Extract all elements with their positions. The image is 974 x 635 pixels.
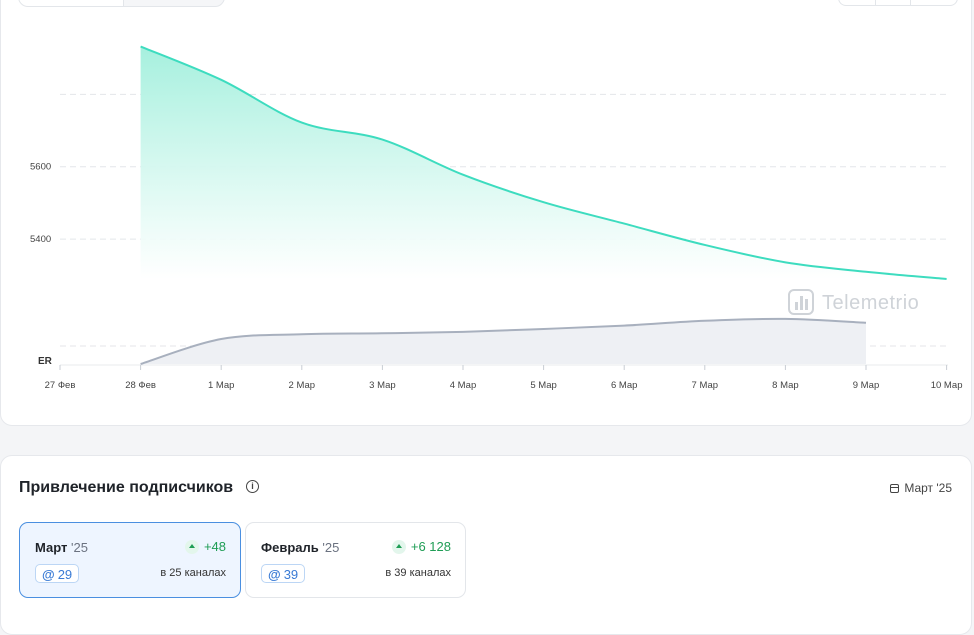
- x-tick-label: 7 Мар: [692, 380, 719, 391]
- er-area: [140, 318, 867, 364]
- delta-value: +6 128: [410, 539, 451, 554]
- month-name: Февраль '25: [261, 540, 339, 555]
- subscriber-delta: +48: [184, 539, 226, 554]
- y-tick-label: 5600: [30, 162, 51, 173]
- subscriber-delta: +6 128: [391, 539, 451, 554]
- period-selector[interactable]: Март '25: [890, 481, 952, 495]
- telemetrio-watermark: Telemetrio: [788, 289, 919, 315]
- arrow-up-icon: [184, 539, 199, 554]
- x-tick-label: 27 Фев: [45, 380, 76, 391]
- mentions-badge: @39: [261, 564, 306, 583]
- period-label: Март '25: [904, 481, 952, 495]
- info-icon[interactable]: i: [246, 480, 259, 493]
- x-tick-label: 8 Мар: [772, 380, 799, 391]
- month-card-march[interactable]: Март '25 +48 @29 в 25 каналах: [19, 522, 241, 598]
- month-name-text: Март: [35, 540, 68, 555]
- at-icon: @: [268, 567, 281, 582]
- x-tick-label: 10 Мар: [931, 380, 963, 391]
- channels-count: в 39 каналах: [385, 567, 451, 579]
- month-name-text: Февраль: [261, 540, 319, 555]
- section-title: Привлечение подписчиков: [19, 479, 234, 496]
- mentions-badge: @29: [35, 564, 80, 583]
- x-tick-label: 1 Мар: [208, 380, 235, 391]
- er-axis-label: ER: [38, 356, 53, 367]
- x-tick-label: 9 Мар: [853, 380, 880, 391]
- channels-count: в 25 каналах: [160, 567, 226, 579]
- month-card-february[interactable]: Февраль '25 +6 128 @39 в 39 каналах: [245, 522, 466, 598]
- delta-value: +48: [203, 539, 226, 554]
- subscribers-area: [140, 46, 947, 279]
- x-tick-label: 3 Мар: [369, 380, 396, 391]
- y-tick-label: 5400: [30, 234, 51, 245]
- month-year: '25: [70, 540, 88, 555]
- x-tick-label: 2 Мар: [289, 380, 316, 391]
- arrow-up-icon: [391, 539, 406, 554]
- calendar-icon: [890, 483, 900, 493]
- x-tick-label: 4 Мар: [450, 380, 477, 391]
- month-name: Март '25: [35, 540, 88, 555]
- x-tick-label: 5 Мар: [530, 380, 557, 391]
- telemetrio-logo-icon: [788, 289, 814, 315]
- mentions-count: 29: [57, 567, 73, 582]
- at-icon: @: [42, 567, 55, 582]
- x-tick-label: 28 Фев: [125, 380, 156, 391]
- telemetrio-watermark-text: Telemetrio: [822, 292, 919, 314]
- subscribers-chart: 5600 5400 27 Фев 28 Фев 1 Мар 2 Мар 3 Мар 4 Ма…: [30, 45, 963, 391]
- mentions-count: 39: [283, 567, 299, 582]
- month-year: '25: [322, 540, 340, 555]
- x-tick-label: 6 Мар: [611, 380, 638, 391]
